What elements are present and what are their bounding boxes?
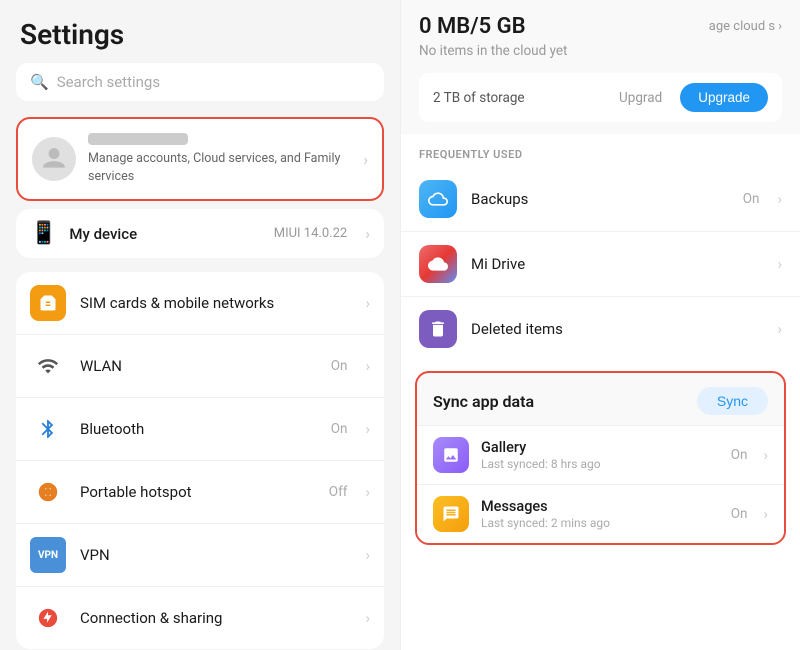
- hotspot-status: Off: [329, 484, 348, 500]
- backups-status: On: [743, 191, 760, 207]
- sync-title: Sync app data: [433, 392, 534, 411]
- settings-list: SIM cards & mobile networks › WLAN On › …: [16, 272, 384, 649]
- bluetooth-chevron: ›: [365, 420, 370, 438]
- upgrade-prefix: Upgrad: [619, 90, 662, 106]
- messages-sub: Last synced: 2 mins ago: [481, 516, 719, 530]
- settings-item-bluetooth[interactable]: Bluetooth On ›: [16, 398, 384, 461]
- device-icon: 📱: [30, 221, 57, 246]
- sim-label: SIM cards & mobile networks: [80, 294, 351, 312]
- person-icon: [41, 146, 67, 172]
- right-list: Backups On › Mi Drive › Deleted items ›: [401, 167, 800, 361]
- settings-item-connection[interactable]: Connection & sharing ›: [16, 587, 384, 649]
- vpn-icon: VPN: [30, 537, 66, 573]
- gallery-info: Gallery Last synced: 8 hrs ago: [481, 439, 719, 471]
- search-bar[interactable]: 🔍 Search settings: [16, 63, 384, 101]
- left-panel: Settings 🔍 Search settings Manage accoun…: [0, 0, 400, 650]
- backups-chevron: ›: [777, 190, 782, 208]
- sync-header: Sync app data Sync: [417, 373, 784, 425]
- gallery-icon: [433, 437, 469, 473]
- settings-item-wlan[interactable]: WLAN On ›: [16, 335, 384, 398]
- account-card[interactable]: Manage accounts, Cloud services, and Fam…: [16, 117, 384, 201]
- connection-icon: [30, 600, 66, 636]
- gallery-chevron: ›: [763, 446, 768, 464]
- messages-icon: [433, 496, 469, 532]
- sync-button[interactable]: Sync: [697, 387, 768, 415]
- deleted-label: Deleted items: [471, 320, 763, 338]
- deleted-chevron: ›: [777, 320, 782, 338]
- sync-item-messages[interactable]: Messages Last synced: 2 mins ago On ›: [417, 484, 784, 543]
- sync-section: Sync app data Sync Gallery Last synced: …: [415, 371, 786, 545]
- cloud-link[interactable]: age cloud s ›: [709, 19, 782, 34]
- right-list-item-backups[interactable]: Backups On ›: [401, 167, 800, 232]
- avatar: [32, 137, 76, 181]
- account-chevron: ›: [363, 150, 368, 169]
- hotspot-label: Portable hotspot: [80, 483, 315, 501]
- hotspot-chevron: ›: [365, 483, 370, 501]
- sim-icon: [30, 285, 66, 321]
- account-name-blurred: [88, 133, 188, 145]
- gallery-status: On: [731, 447, 748, 463]
- backups-label: Backups: [471, 190, 729, 208]
- my-device-row[interactable]: 📱 My device MIUI 14.0.22 ›: [16, 209, 384, 258]
- bluetooth-icon: [30, 411, 66, 447]
- wlan-chevron: ›: [365, 357, 370, 375]
- storage-section: 0 MB/5 GB age cloud s › No items in the …: [401, 0, 800, 134]
- vpn-chevron: ›: [365, 546, 370, 564]
- deleted-icon: [419, 310, 457, 348]
- cloud-link-text: age cloud s: [709, 19, 775, 34]
- messages-label: Messages: [481, 498, 719, 515]
- cloud-chevron: ›: [778, 19, 782, 34]
- midrive-chevron: ›: [777, 255, 782, 273]
- right-list-item-deleted[interactable]: Deleted items ›: [401, 297, 800, 361]
- upgrade-button[interactable]: Upgrade: [680, 83, 768, 112]
- my-device-version: MIUI 14.0.22: [274, 226, 347, 241]
- bluetooth-status: On: [331, 421, 348, 437]
- messages-status: On: [731, 506, 748, 522]
- wlan-status: On: [331, 358, 348, 374]
- messages-info: Messages Last synced: 2 mins ago: [481, 498, 719, 530]
- account-info: Manage accounts, Cloud services, and Fam…: [88, 133, 351, 185]
- search-placeholder: Search settings: [57, 73, 160, 91]
- bluetooth-label: Bluetooth: [80, 420, 317, 438]
- hotspot-icon: [30, 474, 66, 510]
- midrive-label: Mi Drive: [471, 255, 763, 273]
- my-device-label: My device: [69, 225, 261, 243]
- backups-icon: [419, 180, 457, 218]
- settings-item-sim[interactable]: SIM cards & mobile networks ›: [16, 272, 384, 335]
- gallery-sub: Last synced: 8 hrs ago: [481, 457, 719, 471]
- sync-item-gallery[interactable]: Gallery Last synced: 8 hrs ago On ›: [417, 425, 784, 484]
- connection-label: Connection & sharing: [80, 609, 351, 627]
- storage-empty-text: No items in the cloud yet: [419, 43, 782, 59]
- wlan-icon: [30, 348, 66, 384]
- frequently-used-label: FREQUENTLY USED: [401, 134, 800, 167]
- midrive-icon: [419, 245, 457, 283]
- account-sub-text: Manage accounts, Cloud services, and Fam…: [88, 150, 351, 185]
- settings-item-vpn[interactable]: VPN VPN ›: [16, 524, 384, 587]
- sim-chevron: ›: [365, 294, 370, 312]
- right-list-item-midrive[interactable]: Mi Drive ›: [401, 232, 800, 297]
- page-title: Settings: [0, 0, 400, 63]
- storage-top: 0 MB/5 GB age cloud s ›: [419, 14, 782, 39]
- messages-chevron: ›: [763, 505, 768, 523]
- right-panel: 0 MB/5 GB age cloud s › No items in the …: [400, 0, 800, 650]
- my-device-chevron: ›: [365, 224, 370, 243]
- settings-item-hotspot[interactable]: Portable hotspot Off ›: [16, 461, 384, 524]
- connection-chevron: ›: [365, 609, 370, 627]
- vpn-label: VPN: [80, 546, 351, 564]
- search-icon: 🔍: [30, 73, 49, 91]
- wlan-label: WLAN: [80, 357, 317, 375]
- storage-usage: 0 MB/5 GB: [419, 14, 526, 39]
- gallery-label: Gallery: [481, 439, 719, 456]
- storage-tb-label: 2 TB of storage: [433, 90, 609, 106]
- storage-upgrade-row: 2 TB of storage Upgrad Upgrade: [419, 73, 782, 122]
